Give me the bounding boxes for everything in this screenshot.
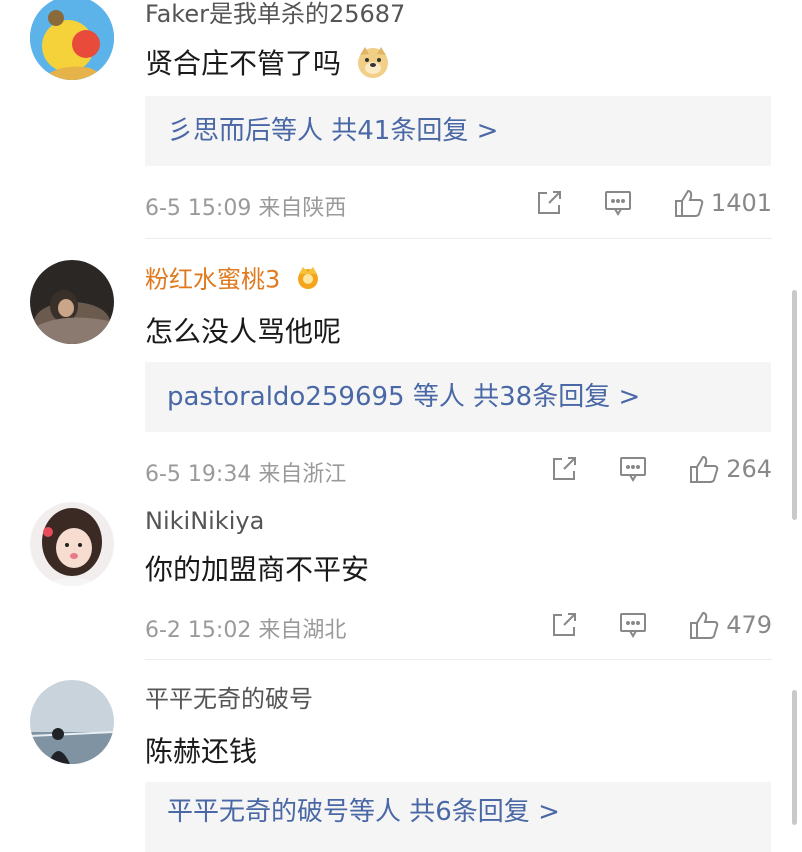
share-icon (537, 191, 561, 214)
avatar[interactable] (30, 680, 114, 764)
comment-username[interactable]: Faker是我单杀的25687 (145, 0, 405, 28)
comment-time: 6-5 19:34 (145, 462, 252, 487)
comment-text: 陈赫还钱 (145, 735, 258, 768)
replies-link[interactable]: 平平无奇的破号等人 共6条回复 > (145, 782, 771, 852)
comment-button[interactable] (618, 611, 648, 639)
comment-location: 来自湖北 (258, 618, 347, 643)
avatar[interactable] (30, 260, 114, 344)
comment-text: 你的加盟商不平安 (145, 553, 370, 586)
comment-meta: 6-5 15:09 来自陕西 (145, 190, 346, 222)
replies-link[interactable]: pastoraldo259695 等人 共38条回复 > (145, 362, 771, 432)
share-icon (553, 457, 577, 480)
divider (145, 659, 772, 660)
scrollbar[interactable] (792, 690, 797, 825)
comment-meta: 6-2 15:02 来自湖北 (145, 612, 346, 644)
replies-link[interactable]: 彡思而后等人 共41条回复 > (145, 96, 771, 166)
comment-username[interactable]: 平平无奇的破号 (145, 684, 313, 714)
like-button[interactable]: 1401 (673, 188, 772, 218)
comment-text: 贤合庄不管了吗 (145, 42, 390, 86)
comment-button[interactable] (618, 455, 648, 483)
share-icon (553, 613, 577, 636)
comment-actions: 264 (550, 452, 772, 486)
like-count: 264 (726, 455, 772, 483)
like-count: 479 (726, 611, 772, 639)
avatar[interactable] (30, 0, 114, 80)
comment-actions: 479 (550, 608, 772, 642)
scrollbar[interactable] (792, 290, 797, 520)
comment-button[interactable] (603, 189, 633, 217)
share-button[interactable] (535, 189, 563, 217)
like-count: 1401 (710, 189, 772, 217)
doge-face-icon (356, 45, 390, 86)
comment-text: 怎么没人骂他呢 (145, 315, 342, 348)
divider (145, 238, 772, 239)
comment-actions: 1401 (535, 186, 772, 220)
comment-location: 来自浙江 (258, 462, 347, 487)
like-button[interactable]: 479 (688, 610, 772, 640)
share-button[interactable] (550, 611, 578, 639)
comment-time: 6-2 15:02 (145, 618, 252, 643)
thumbs-up-icon (674, 189, 704, 217)
comment-username[interactable]: 粉红水蜜桃3 (145, 264, 322, 297)
like-button[interactable]: 264 (688, 454, 772, 484)
comment-meta: 6-5 19:34 来自浙江 (145, 456, 346, 488)
avatar[interactable] (30, 502, 114, 586)
thumbs-up-icon (690, 611, 719, 639)
comment-icon (604, 191, 631, 216)
comment-time: 6-5 15:09 (145, 196, 252, 221)
comment-icon (620, 613, 647, 638)
thumbs-up-icon (690, 455, 719, 483)
share-button[interactable] (550, 455, 578, 483)
comment-location: 来自陕西 (258, 196, 347, 221)
comment-username[interactable]: NikiNikiya (145, 506, 264, 536)
comment-icon (620, 457, 647, 482)
crown-badge-icon (294, 264, 322, 297)
